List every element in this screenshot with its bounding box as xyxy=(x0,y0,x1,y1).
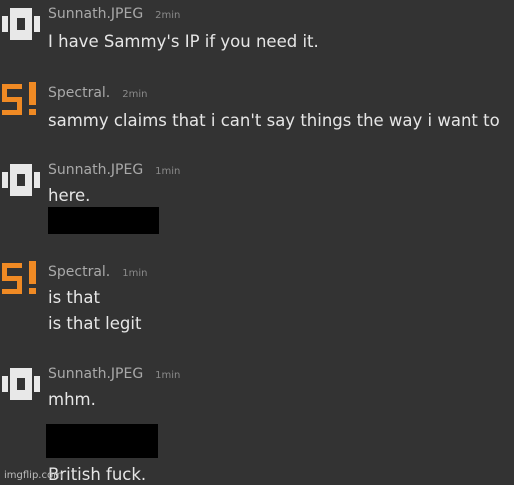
message-text: is that legit xyxy=(48,314,142,333)
message-timestamp: 1min xyxy=(155,370,181,381)
message-author[interactable]: Spectral. 2min xyxy=(48,85,147,101)
message-text: is that xyxy=(48,288,100,307)
message-timestamp: 1min xyxy=(122,268,148,279)
message-author[interactable]: Sunnath.JPEG 1min xyxy=(48,366,180,382)
sunnath-avatar-icon xyxy=(2,8,40,40)
author-name[interactable]: Sunnath.JPEG xyxy=(48,162,143,178)
spectral-avatar-icon xyxy=(2,261,36,294)
message-text: mhm. xyxy=(48,390,96,409)
message-author[interactable]: Spectral. 1min xyxy=(48,264,147,280)
message-timestamp: 1min xyxy=(155,166,181,177)
message-text: sammy claims that i can't say things the… xyxy=(48,111,500,130)
message-timestamp: 2min xyxy=(155,10,181,21)
author-name[interactable]: Sunnath.JPEG xyxy=(48,366,143,382)
redaction-box xyxy=(46,424,158,458)
author-name[interactable]: Sunnath.JPEG xyxy=(48,6,143,22)
message-text: here. xyxy=(48,186,91,205)
author-name[interactable]: Spectral. xyxy=(48,85,110,101)
redaction-box xyxy=(48,207,159,234)
sunnath-avatar-icon xyxy=(2,368,40,400)
spectral-avatar-icon xyxy=(2,82,36,115)
author-name[interactable]: Spectral. xyxy=(48,264,110,280)
message-timestamp: 2min xyxy=(122,89,148,100)
message-author[interactable]: Sunnath.JPEG 1min xyxy=(48,162,180,178)
sunnath-avatar-icon xyxy=(2,164,40,196)
imgflip-watermark: imgflip.com xyxy=(4,470,63,481)
message-text: I have Sammy's IP if you need it. xyxy=(48,32,319,51)
message-author[interactable]: Sunnath.JPEG 2min xyxy=(48,6,180,22)
